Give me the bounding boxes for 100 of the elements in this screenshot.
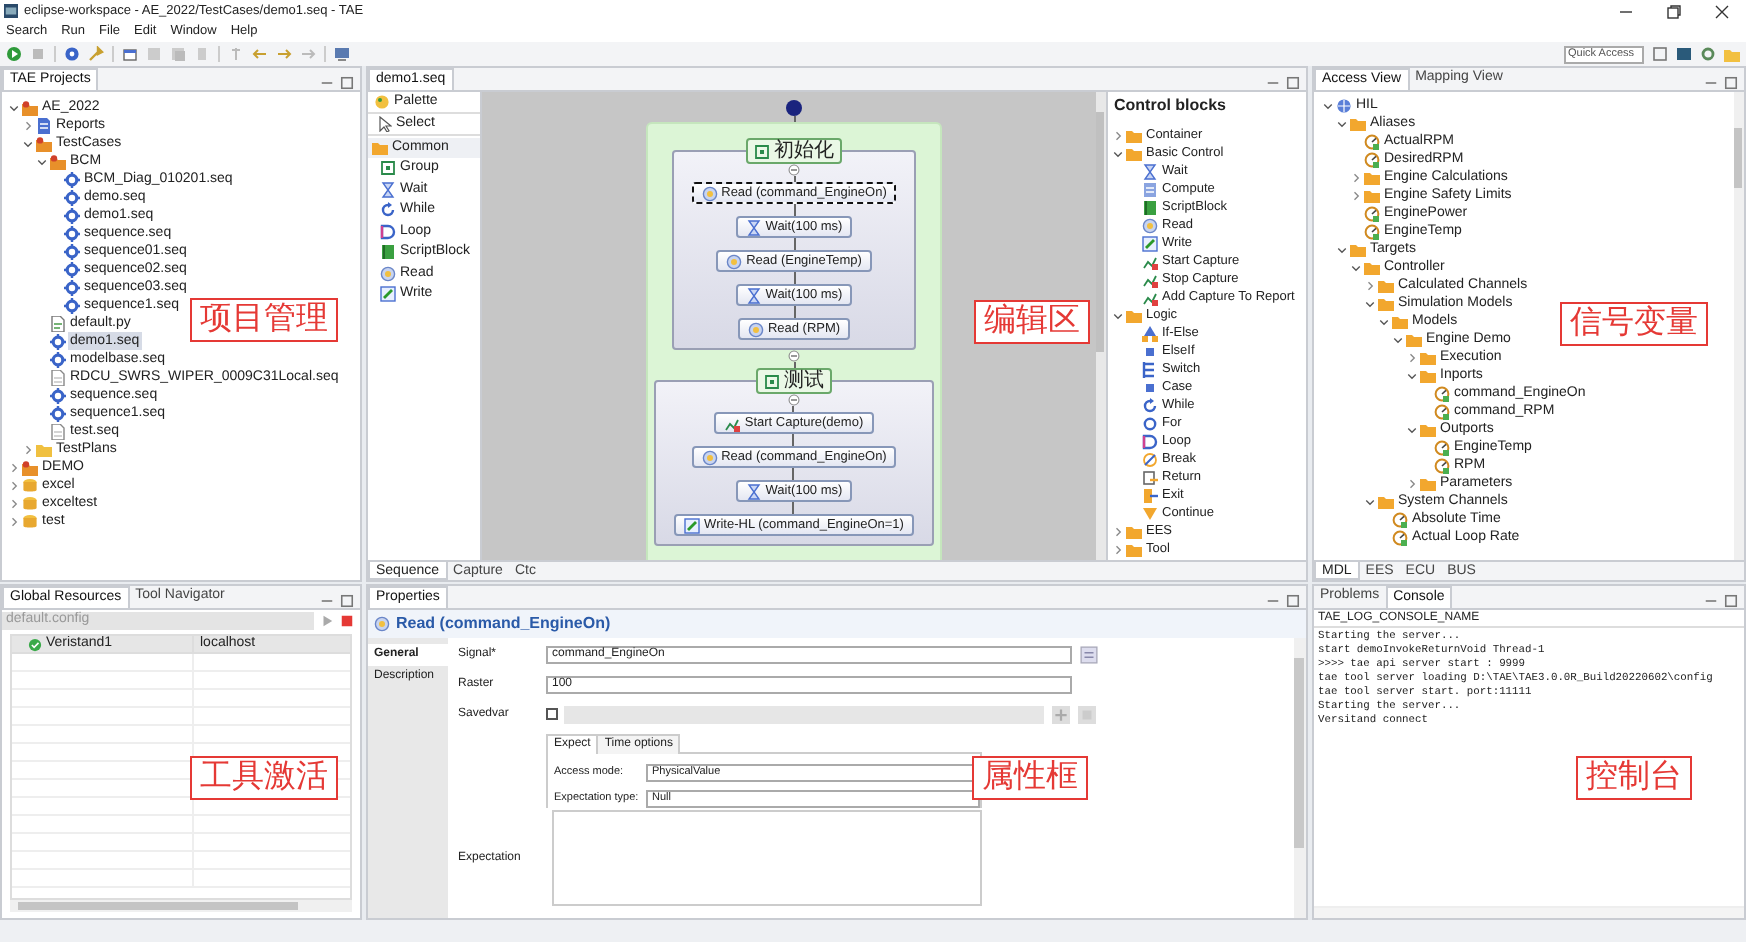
connector-line [793,204,795,216]
forward-arrow-icon[interactable] [276,46,292,62]
connector-line [792,502,795,514]
bracket-icon [763,373,780,389]
disc-icon [374,616,390,632]
debug-icon[interactable] [64,46,80,62]
connector-line [793,272,795,284]
funnel-icon [1142,505,1158,521]
folder-icon [22,99,38,115]
stop-icon[interactable] [340,613,354,627]
square-icon [1142,379,1158,395]
group-label[interactable]: 初始化 [746,138,842,164]
file-icon [50,423,66,439]
disc-icon [726,253,743,269]
folder-icon [1126,307,1142,323]
book-icon [380,244,396,261]
chart-icon [724,415,741,431]
pencil-icon [1142,235,1158,251]
back-arrow-icon[interactable] [252,46,268,62]
monitor-icon[interactable] [334,46,350,62]
collapse-icon[interactable] [788,350,800,362]
folder-icon [1378,493,1394,509]
add-icon[interactable] [1052,705,1070,723]
scrollbar-thumb[interactable] [1294,658,1304,848]
minimize-icon[interactable] [320,594,334,608]
file-icon [50,369,66,385]
pencil-icon [684,517,701,533]
annotation-label: 项目管理 [190,298,338,342]
folder-icon [1420,421,1436,437]
save-all-icon[interactable] [170,46,186,62]
collapse-icon[interactable] [787,394,800,406]
switch-icon [1142,361,1158,377]
return-icon [1142,469,1158,485]
maximize-icon[interactable] [1724,594,1738,608]
checkbox[interactable] [546,708,558,720]
hourglass-icon [1142,163,1158,179]
annotation-label: 属性框 [972,756,1088,800]
minimize-icon[interactable] [1266,594,1280,608]
gear-icon[interactable] [1700,46,1716,62]
document-icon [36,117,52,133]
panel-title: Control blocks [1114,93,1227,117]
ring-icon [1142,415,1158,431]
maximize-icon[interactable] [1286,76,1300,90]
new-window-icon[interactable] [122,46,138,62]
globe-icon [1336,97,1352,113]
annotation-label: 信号变量 [1560,302,1708,346]
maximize-icon[interactable] [340,594,354,608]
restore-icon[interactable] [1666,3,1682,19]
file-icon [50,315,66,331]
disc-icon [701,449,718,465]
scrollbar-track[interactable] [1314,906,1744,918]
maximize-icon[interactable] [1286,594,1300,608]
start-node [786,100,802,116]
arrow-icon[interactable] [300,46,316,62]
square-icon [1142,343,1158,359]
bracket-icon [380,160,396,177]
exit-icon [1142,487,1158,503]
minimize-icon[interactable] [1704,594,1718,608]
connector-line [793,238,795,250]
disc-icon [701,185,718,201]
maximize-icon[interactable] [340,76,354,90]
close-icon[interactable] [1714,3,1730,19]
bracket-icon [754,143,770,159]
pencil-icon [380,286,396,303]
annotation-label: 控制台 [1576,756,1692,800]
disc-icon [747,321,764,337]
collapse-icon[interactable] [788,164,800,176]
minimize-icon[interactable] [320,76,334,90]
app-icon [4,4,18,18]
minimize-icon[interactable] [1266,76,1280,90]
properties-title: Read (command_EngineOn) [396,612,611,636]
group-label[interactable]: 测试 [755,368,832,394]
hourglass-icon [745,483,762,499]
connector-line [792,468,795,480]
maximize-icon[interactable] [1724,76,1738,90]
disc-icon [1142,217,1158,233]
circular-arrow-icon [1142,397,1158,413]
scrollbar-thumb[interactable] [1734,128,1742,188]
folder-icon [372,140,388,156]
connector-line [792,434,795,446]
book-icon [1142,199,1158,215]
slash-icon [1142,451,1158,467]
monitor-icon[interactable] [1676,46,1692,62]
hourglass-icon [745,287,762,303]
hourglass-icon [745,219,762,235]
perspective-icon[interactable] [1652,46,1668,62]
scrollbar-thumb[interactable] [18,902,298,910]
browse-icon[interactable] [1080,645,1098,663]
minimize-icon[interactable] [1704,76,1718,90]
annotation-label: 工具激活 [190,756,338,800]
stop-icon[interactable] [30,46,46,62]
disc-icon [380,265,396,282]
savedvar-field[interactable] [564,705,1044,723]
loop-icon [1142,433,1158,449]
annotation-label: 编辑区 [974,300,1090,344]
grid-icon [1142,181,1158,197]
run-icon[interactable] [6,46,22,62]
connector-line [793,306,795,318]
hourglass-icon [380,181,396,198]
circular-arrow-icon [380,202,396,219]
